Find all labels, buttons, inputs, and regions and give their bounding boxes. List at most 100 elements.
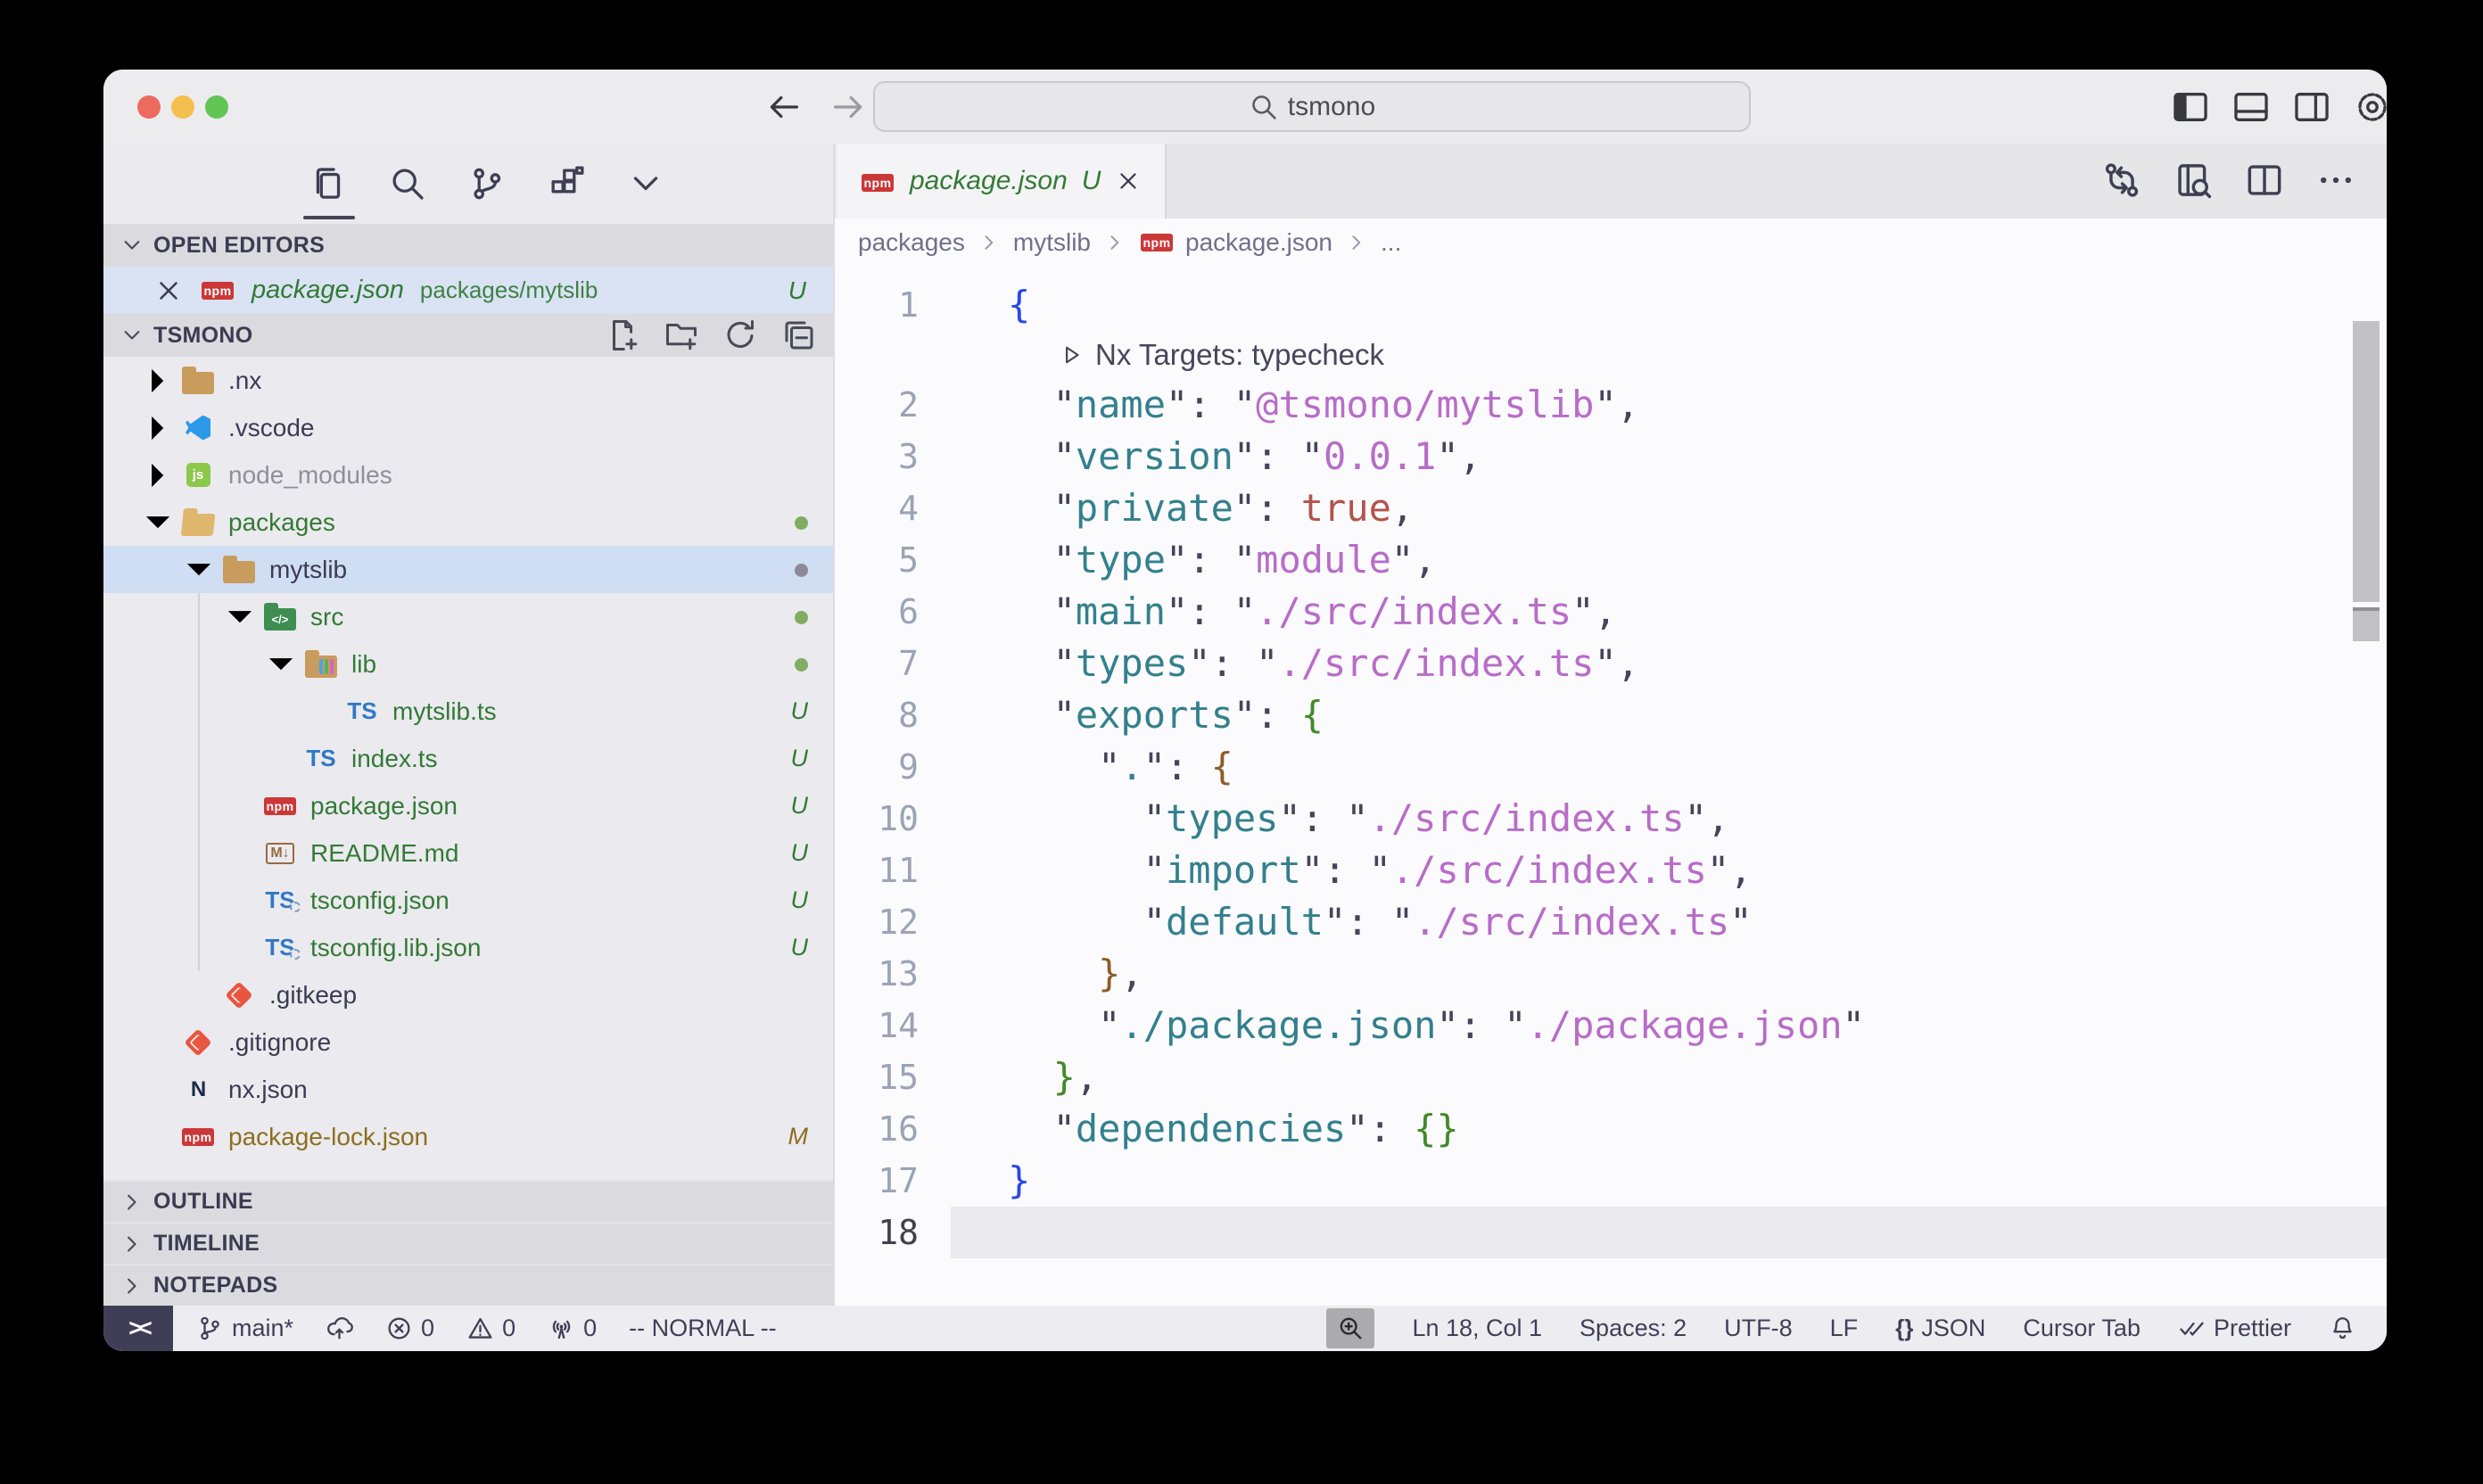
- tree-item-mytslib.ts[interactable]: TS mytslib.ts U: [103, 688, 833, 735]
- compare-changes-icon[interactable]: [2101, 160, 2142, 201]
- breadcrumb-separator-icon: [1103, 231, 1126, 254]
- remote-indicator[interactable]: ><: [103, 1306, 173, 1351]
- code-line-2[interactable]: 2 "name": "@tsmono/mytslib",: [835, 379, 2387, 431]
- formatter[interactable]: Prettier: [2178, 1315, 2291, 1342]
- tree-item-node_modules[interactable]: js node_modules: [103, 451, 833, 499]
- section-outline[interactable]: OUTLINE: [103, 1180, 833, 1222]
- breadcrumb-item[interactable]: ...: [1381, 228, 1401, 257]
- tree-item-packages[interactable]: packages: [103, 499, 833, 546]
- code-line-11[interactable]: 11 "import": "./src/index.ts",: [835, 845, 2387, 896]
- eol[interactable]: LF: [1830, 1315, 1859, 1342]
- publish-status[interactable]: [326, 1315, 353, 1342]
- code-line-16[interactable]: 16 "dependencies": {}: [835, 1103, 2387, 1155]
- zoom-window-button[interactable]: [205, 95, 228, 119]
- tree-item-.vscode[interactable]: .vscode: [103, 404, 833, 451]
- notifications[interactable]: [2329, 1315, 2356, 1342]
- chevron-down-icon: [177, 548, 221, 592]
- cursor-tab[interactable]: Cursor Tab: [2023, 1315, 2141, 1342]
- go-forward-button[interactable]: [829, 88, 867, 126]
- line-number: 1: [835, 279, 951, 331]
- breadcrumb-item[interactable]: npmpackage.json: [1139, 227, 1332, 258]
- tree-item-package.json[interactable]: npm package.json U: [103, 782, 833, 829]
- tree-item-src[interactable]: </> src: [103, 593, 833, 640]
- open-editor-item[interactable]: npm package.json packages/mytslib U: [103, 267, 833, 314]
- minimize-window-button[interactable]: [171, 95, 194, 119]
- code-line-4[interactable]: 4 "private": true,: [835, 482, 2387, 534]
- toggle-panel-button[interactable]: [2231, 87, 2271, 127]
- sidebar: OPEN EDITORS npm package.json packages/m…: [103, 144, 835, 1306]
- tree-item-tsconfig.lib.json[interactable]: TS tsconfig.lib.json U: [103, 924, 833, 971]
- open-editors-header[interactable]: OPEN EDITORS: [103, 224, 833, 267]
- code-line-6[interactable]: 6 "main": "./src/index.ts",: [835, 586, 2387, 638]
- code-editor[interactable]: 1{Nx Targets: typecheck2 "name": "@tsmon…: [835, 267, 2387, 1306]
- error-icon: [385, 1315, 413, 1342]
- new-file-icon[interactable]: [605, 317, 640, 353]
- braces-icon: {}: [1895, 1315, 1913, 1342]
- go-back-button[interactable]: [765, 88, 803, 126]
- editor-scrollbar-annotation[interactable]: [2353, 607, 2380, 641]
- breadcrumb-label: mytslib: [1013, 228, 1091, 257]
- nx-file-icon: N: [180, 1075, 216, 1105]
- language-mode[interactable]: {}JSON: [1895, 1315, 1985, 1342]
- collapse-all-icon[interactable]: [781, 317, 817, 353]
- cursor-position[interactable]: Ln 18, Col 1: [1412, 1315, 1542, 1342]
- breadcrumb-item[interactable]: mytslib: [1013, 228, 1091, 257]
- code-line-9[interactable]: 9 ".": {: [835, 741, 2387, 793]
- settings-gear-button[interactable]: [2353, 87, 2387, 127]
- activity-source-control-button[interactable]: [467, 164, 507, 203]
- toggle-secondary-sidebar-button[interactable]: [2292, 87, 2331, 127]
- encoding[interactable]: UTF-8: [1724, 1315, 1793, 1342]
- tab-package-json[interactable]: npm package.json U: [837, 144, 1167, 218]
- toggle-primary-sidebar-button[interactable]: [2171, 87, 2210, 127]
- tree-item-tsconfig.json[interactable]: TS tsconfig.json U: [103, 877, 833, 924]
- ellipsis-icon[interactable]: [2315, 160, 2356, 201]
- code-line-15[interactable]: 15 },: [835, 1051, 2387, 1103]
- code-line-1[interactable]: 1{: [835, 279, 2387, 331]
- tree-item-nx.json[interactable]: N nx.json: [103, 1066, 833, 1113]
- activity-files-button[interactable]: [309, 164, 348, 203]
- tree-item-README.md[interactable]: M↓ README.md U: [103, 829, 833, 877]
- tree-item-lib[interactable]: lib: [103, 640, 833, 688]
- code-line-3[interactable]: 3 "version": "0.0.1",: [835, 431, 2387, 482]
- breadcrumb-item[interactable]: packages: [858, 228, 965, 257]
- code-line-13[interactable]: 13 },: [835, 948, 2387, 1000]
- command-center-search[interactable]: tsmono: [873, 81, 1751, 132]
- code-line-5[interactable]: 5 "type": "module",: [835, 534, 2387, 586]
- activity-chevron-down-button[interactable]: [626, 164, 665, 203]
- activity-extensions-button[interactable]: [547, 164, 586, 203]
- code-line-12[interactable]: 12 "default": "./src/index.ts": [835, 896, 2387, 948]
- tree-item-.gitkeep[interactable]: .gitkeep: [103, 971, 833, 1018]
- code-line-17[interactable]: 17}: [835, 1155, 2387, 1207]
- code-line-7[interactable]: 7 "types": "./src/index.ts",: [835, 638, 2387, 689]
- close-window-button[interactable]: [137, 95, 161, 119]
- branch-status[interactable]: main*: [196, 1315, 293, 1342]
- split-editor-icon[interactable]: [2244, 160, 2285, 201]
- code-line-10[interactable]: 10 "types": "./src/index.ts",: [835, 793, 2387, 845]
- tree-item-.nx[interactable]: .nx: [103, 357, 833, 404]
- code-line-8[interactable]: 8 "exports": {: [835, 689, 2387, 741]
- explorer-header[interactable]: TSMONO: [103, 314, 833, 357]
- tab-close-icon[interactable]: [1115, 168, 1142, 194]
- zoom-indicator[interactable]: [1326, 1308, 1374, 1348]
- breadcrumb-label: ...: [1381, 228, 1401, 257]
- codelens-nx-targets[interactable]: Nx Targets: typecheck: [835, 331, 2387, 379]
- tree-item-index.ts[interactable]: TS index.ts U: [103, 735, 833, 782]
- section-notepads[interactable]: NOTEPADS: [103, 1264, 833, 1306]
- code-line-14[interactable]: 14 "./package.json": "./package.json": [835, 1000, 2387, 1051]
- tree-item-package-lock.json[interactable]: npm package-lock.json M: [103, 1113, 833, 1160]
- tree-item-.gitignore[interactable]: .gitignore: [103, 1018, 833, 1066]
- editor-scrollbar[interactable]: [2353, 321, 2380, 602]
- activity-search-button[interactable]: [388, 164, 427, 203]
- search-editor-icon[interactable]: [2173, 160, 2214, 201]
- close-icon[interactable]: [153, 276, 184, 306]
- vim-mode[interactable]: -- NORMAL --: [629, 1315, 776, 1342]
- new-folder-icon[interactable]: [664, 317, 699, 353]
- ports-status[interactable]: 0: [548, 1315, 597, 1342]
- tree-item-mytslib[interactable]: mytslib: [103, 546, 833, 593]
- code-line-18[interactable]: 18: [835, 1207, 2387, 1258]
- indentation[interactable]: Spaces: 2: [1580, 1315, 1687, 1342]
- warnings-count[interactable]: 0: [466, 1315, 516, 1342]
- section-timeline[interactable]: TIMELINE: [103, 1222, 833, 1264]
- errors-count[interactable]: 0: [385, 1315, 434, 1342]
- refresh-icon[interactable]: [722, 317, 758, 353]
